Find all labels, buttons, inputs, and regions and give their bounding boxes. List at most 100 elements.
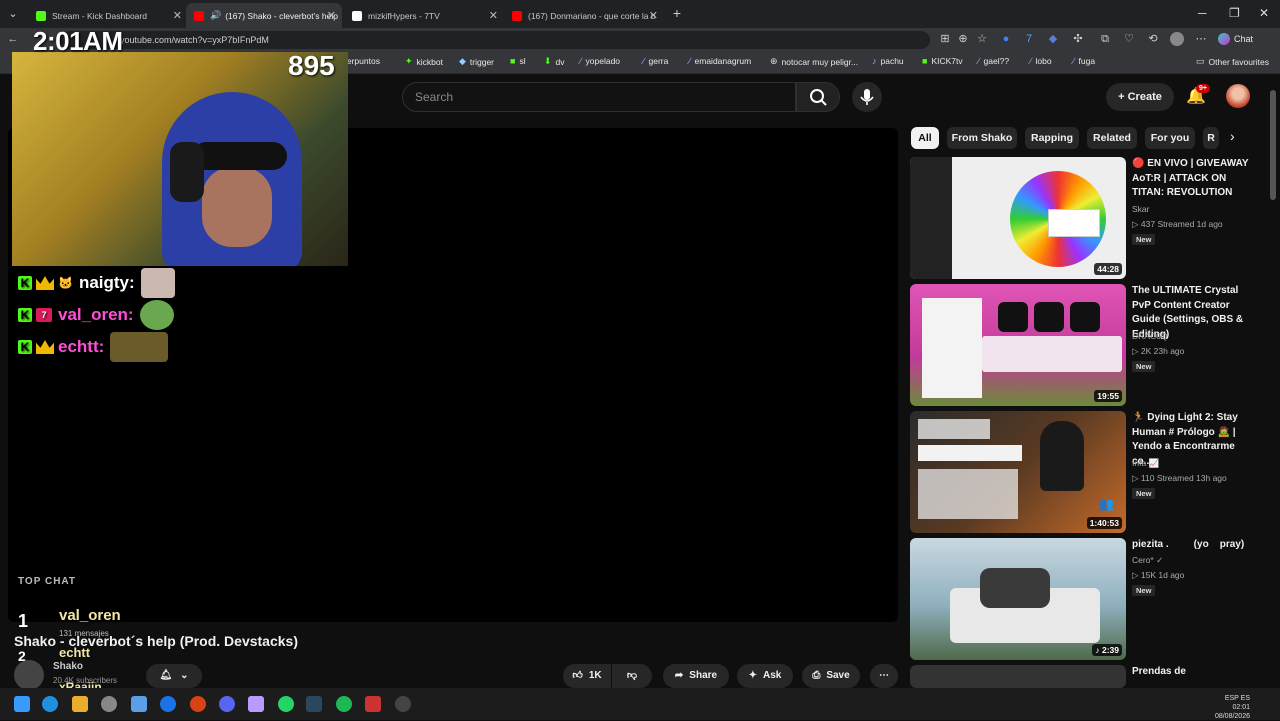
url-bar[interactable]: youtube.com/watch?v=yxP7bIFnPdM xyxy=(60,31,930,49)
bookmark-notocar[interactable]: ⊕ notocar muy peligr... xyxy=(770,56,858,67)
bookmark-sl[interactable]: ■ sl xyxy=(510,56,526,66)
voice-search-button[interactable] xyxy=(852,82,882,112)
browser-icon[interactable] xyxy=(160,696,176,712)
like-button[interactable]: 👍︎ 1K xyxy=(563,664,611,688)
tab-7tv[interactable]: mizkifHypers - 7TV ✕ xyxy=(344,3,504,28)
steam-icon[interactable] xyxy=(306,696,322,712)
copilot-chat-button[interactable]: Chat xyxy=(1218,33,1253,45)
chip-related[interactable]: Related xyxy=(1087,127,1137,149)
chevron-right-icon[interactable]: › xyxy=(1230,128,1235,144)
video-thumbnail[interactable] xyxy=(910,665,1126,688)
window-close-icon[interactable]: ✕ xyxy=(1259,6,1269,20)
save-button[interactable]: ⎙ Save xyxy=(802,664,860,688)
system-tray[interactable]: ESP ES 02:01 08/08/2026 xyxy=(1215,694,1250,721)
recommendation-title[interactable]: piezita . (yo pray) xyxy=(1132,538,1257,553)
close-icon[interactable]: ✕ xyxy=(327,9,336,22)
split-screen-icon[interactable]: ⧉ xyxy=(1098,32,1112,46)
favorites-icon[interactable]: ♡ xyxy=(1122,32,1136,46)
app-icon[interactable] xyxy=(131,696,147,712)
install-app-icon[interactable]: ⊞ xyxy=(938,32,952,46)
recommendation-channel[interactable]: Cero* ✓ xyxy=(1132,555,1163,566)
video-thumbnail[interactable]: 44:28 xyxy=(910,157,1126,279)
bookmark-emaidanagrum[interactable]: ∕ emaidanagrum xyxy=(689,56,751,66)
spotify-icon[interactable] xyxy=(336,696,352,712)
recommendation-title[interactable]: Prendas de xyxy=(1132,665,1257,680)
app-icon[interactable] xyxy=(395,696,411,712)
recommendation-item[interactable]: ♪ 2:39 piezita . (yo pray) Cero* ✓ ▷ 15K… xyxy=(910,538,1280,660)
video-thumbnail[interactable]: 19:55 xyxy=(910,284,1126,406)
chip-rapping[interactable]: Rapping xyxy=(1025,127,1079,149)
dislike-button[interactable]: 👎︎ xyxy=(612,664,652,688)
bookmark-trigger[interactable]: ◆ trigger xyxy=(459,56,494,67)
chip-all[interactable]: All xyxy=(911,127,939,149)
edge-icon[interactable] xyxy=(42,696,58,712)
bookmark-yopelado[interactable]: ∕ yopelado xyxy=(580,56,620,66)
recommendation-channel[interactable]: Infa 📈 xyxy=(1132,458,1159,469)
language-indicator[interactable]: ESP ES xyxy=(1215,694,1250,703)
recommendation-title[interactable]: 🔴 EN VIVO | GIVEAWAY AoT:R | ATTACK ON T… xyxy=(1132,157,1257,201)
recommendation-channel[interactable]: Skar xyxy=(1132,204,1149,214)
other-favourites[interactable]: ▭ Other favourites xyxy=(1196,56,1269,67)
extension-icon[interactable]: ● xyxy=(999,32,1013,46)
tab-kick-dashboard[interactable]: Stream - Kick Dashboard ✕ xyxy=(28,3,188,28)
speaker-icon[interactable]: 🔊 xyxy=(210,10,221,21)
search-input[interactable]: Search xyxy=(402,82,796,112)
create-button[interactable]: + Create xyxy=(1106,83,1174,111)
star-icon[interactable]: ☆ xyxy=(975,32,989,46)
account-avatar[interactable] xyxy=(1226,84,1250,108)
ask-button[interactable]: ✦ Ask xyxy=(737,664,793,688)
start-icon[interactable] xyxy=(14,696,30,712)
zoom-icon[interactable]: ⊕ xyxy=(956,32,970,46)
discord-icon[interactable] xyxy=(219,696,235,712)
bookmark-pachu[interactable]: ♪ pachu xyxy=(872,56,904,66)
more-icon[interactable]: ⋯ xyxy=(1194,32,1208,46)
tab-list-icon[interactable]: ⌄ xyxy=(6,7,20,21)
channel-name[interactable]: Shako xyxy=(53,661,83,672)
extensions-puzzle-icon[interactable]: ✣ xyxy=(1071,32,1085,46)
chip-more[interactable]: R xyxy=(1203,127,1219,149)
chip-for-you[interactable]: For you xyxy=(1145,127,1195,149)
bookmark-kickbot[interactable]: ✦ kickbot xyxy=(405,56,443,67)
video-thumbnail[interactable]: ♪ 2:39 xyxy=(910,538,1126,660)
close-icon[interactable]: ✕ xyxy=(649,9,658,22)
clock[interactable]: 02:01 08/08/2026 xyxy=(1215,703,1250,721)
app-icon[interactable] xyxy=(365,696,381,712)
subscribed-bell-button[interactable]: 🔔︎ ⌄ xyxy=(146,664,202,688)
more-actions-button[interactable]: ⋯ xyxy=(870,664,898,688)
recommendation-item[interactable]: 19:55 The ULTIMATE Crystal PvP Content C… xyxy=(910,284,1280,406)
history-icon[interactable]: ⟲ xyxy=(1146,32,1160,46)
profile-avatar[interactable] xyxy=(1170,32,1184,46)
share-button[interactable]: ➦ Share xyxy=(663,664,729,688)
recommendation-item[interactable]: 44:28 🔴 EN VIVO | GIVEAWAY AoT:R | ATTAC… xyxy=(910,157,1280,279)
settings-icon[interactable] xyxy=(101,696,117,712)
minimize-icon[interactable]: ─ xyxy=(1198,6,1207,20)
back-icon[interactable]: ← xyxy=(6,32,20,46)
bookmark-lobo[interactable]: ∕ lobo xyxy=(1030,56,1052,66)
share-label: Share xyxy=(689,670,718,681)
bookmark-kick7tv[interactable]: ■ KICK7tv xyxy=(922,56,963,66)
recommendation-item[interactable]: 👥 1:40:53 🏃 Dying Light 2: Stay Human # … xyxy=(910,411,1280,533)
7tv-extension-icon[interactable]: 7 xyxy=(1022,32,1036,46)
obs-icon[interactable] xyxy=(190,696,206,712)
feather-app-icon[interactable] xyxy=(248,696,264,712)
chip-from-shako[interactable]: From Shako xyxy=(947,127,1017,149)
video-thumbnail[interactable]: 👥 1:40:53 xyxy=(910,411,1126,533)
new-tab-icon[interactable]: + xyxy=(670,6,684,20)
bookmark-fuga[interactable]: ∕ fuga xyxy=(1073,56,1095,66)
close-icon[interactable]: ✕ xyxy=(173,9,182,22)
search-button[interactable] xyxy=(796,82,840,112)
whatsapp-icon[interactable] xyxy=(278,696,294,712)
recommendation-item[interactable]: Prendas de xyxy=(910,665,1280,688)
bookmark-gerra[interactable]: ∕ gerra xyxy=(643,56,668,66)
close-icon[interactable]: ✕ xyxy=(489,9,498,22)
extension-icon[interactable]: ◆ xyxy=(1046,32,1060,46)
maximize-icon[interactable]: ❐ xyxy=(1229,6,1240,20)
channel-avatar[interactable] xyxy=(14,660,44,690)
tab-youtube-shako[interactable]: 🔊 (167) Shako - cleverbot’s help ✕ xyxy=(186,3,342,28)
page-scrollbar[interactable] xyxy=(1270,90,1276,200)
file-explorer-icon[interactable] xyxy=(72,696,88,712)
bookmark-dv[interactable]: ⬇ dv xyxy=(544,56,565,67)
tab-youtube-donmariano[interactable]: (167) Donmariano - que corte la b ✕ xyxy=(504,3,664,28)
recommendation-channel[interactable]: DRAC0Q xyxy=(1132,331,1167,341)
bookmark-gael[interactable]: ∕ gael?? xyxy=(978,56,1009,66)
